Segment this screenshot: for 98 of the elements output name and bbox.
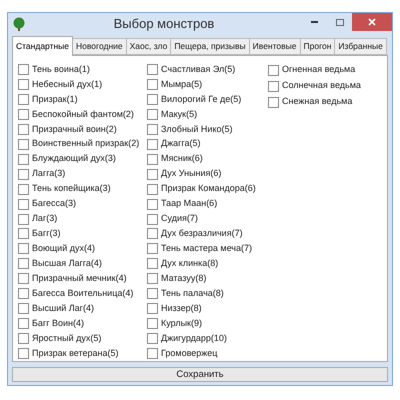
monster-checkbox[interactable]: Таар Маан(6) — [147, 196, 268, 212]
monster-checkbox[interactable]: Вилорогий Ге де(5) — [147, 92, 268, 107]
window-title: Выбор монстров — [112, 14, 216, 33]
tab[interactable]: Ивентовые — [250, 38, 300, 55]
checkbox[interactable] — [18, 184, 29, 195]
checkbox[interactable] — [147, 243, 158, 254]
monster-checkbox[interactable]: Яростный дух(5) — [18, 331, 147, 346]
monster-checkbox[interactable]: Макук(5) — [147, 106, 268, 122]
checkbox[interactable] — [18, 318, 29, 330]
monster-checkbox[interactable]: Призрачный воин(2) — [18, 122, 147, 137]
monster-checkbox[interactable]: Дух Уныния(6) — [147, 166, 268, 182]
monster-checkbox[interactable]: Багг(3) — [18, 226, 147, 242]
monster-checkbox[interactable]: Высший Лаг(4) — [18, 301, 147, 316]
tab[interactable]: Прогон — [300, 38, 336, 55]
checkbox[interactable] — [147, 303, 158, 314]
close-icon — [368, 18, 376, 26]
monster-checkbox[interactable]: Громовержец — [147, 346, 268, 362]
checkbox[interactable] — [147, 168, 158, 180]
tree-icon — [12, 16, 26, 30]
checkbox[interactable] — [147, 258, 158, 270]
checkbox[interactable] — [268, 96, 279, 108]
monster-checkbox[interactable]: Огненная ведьма — [268, 62, 378, 78]
tab[interactable]: Новогодние — [73, 38, 127, 55]
checkbox[interactable] — [18, 198, 29, 210]
checkbox[interactable] — [18, 348, 29, 360]
monster-checkbox[interactable]: Дух безразличия(7) — [147, 226, 268, 242]
monster-checkbox[interactable]: Счастливая Эл(5) — [147, 62, 268, 77]
monster-checkbox[interactable]: Мымра(5) — [147, 76, 268, 92]
checkbox[interactable] — [147, 108, 158, 120]
checkbox[interactable] — [268, 64, 279, 76]
checkbox[interactable] — [147, 228, 158, 240]
checkbox[interactable] — [18, 94, 29, 105]
monster-checkbox[interactable]: Низзер(8) — [147, 301, 268, 316]
checkbox[interactable] — [18, 288, 29, 300]
checkbox[interactable] — [18, 168, 29, 180]
checkbox[interactable] — [147, 64, 158, 75]
checkbox[interactable] — [147, 318, 158, 330]
tab[interactable]: Пещера, призывы — [171, 38, 250, 55]
checkbox[interactable] — [18, 303, 29, 314]
monster-checkbox[interactable]: Тень воина(1) — [18, 62, 147, 77]
monster-checkbox[interactable]: Небесный дух(1) — [18, 76, 147, 92]
checkbox[interactable] — [18, 64, 29, 75]
checkbox[interactable] — [147, 288, 158, 300]
monster-checkbox[interactable]: Беспокойный фантом(2) — [18, 106, 147, 122]
monster-checkbox[interactable]: Призрак(1) — [18, 92, 147, 107]
monster-checkbox[interactable]: Призрачный мечник(4) — [18, 271, 147, 286]
monster-checkbox[interactable]: Матазуу(8) — [147, 271, 268, 286]
checkbox[interactable] — [268, 80, 279, 92]
checkbox[interactable] — [18, 78, 29, 90]
checkbox[interactable] — [147, 348, 158, 360]
monster-checkbox[interactable]: Тень копейщика(3) — [18, 182, 147, 197]
tab[interactable]: Хаос, зло — [126, 38, 172, 55]
monster-checkbox[interactable]: Лаг(3) — [18, 212, 147, 226]
checkbox[interactable] — [18, 243, 29, 254]
checkbox[interactable] — [18, 214, 29, 224]
monster-checkbox[interactable]: Джигурдарр(10) — [147, 331, 268, 346]
monster-checkbox[interactable]: Курлык(9) — [147, 316, 268, 332]
monster-checkbox[interactable]: Злобный Нико(5) — [147, 122, 268, 137]
checkbox[interactable] — [147, 214, 158, 224]
monster-checkbox[interactable]: Джагга(5) — [147, 136, 268, 152]
checkbox[interactable] — [18, 258, 29, 270]
checkbox[interactable] — [147, 78, 158, 90]
monster-checkbox[interactable]: Солнечная ведьма — [268, 78, 378, 94]
monster-checkbox[interactable]: Высшая Лагга(4) — [18, 256, 147, 272]
monster-checkbox[interactable]: Багесса Воительница(4) — [18, 286, 147, 302]
checkbox[interactable] — [147, 333, 158, 344]
checkbox[interactable] — [18, 228, 29, 240]
monster-checkbox[interactable]: Снежная ведьма — [268, 94, 378, 110]
monster-checkbox[interactable]: Тень мастера меча(7) — [147, 241, 268, 256]
checkbox[interactable] — [18, 138, 29, 150]
checkbox[interactable] — [147, 94, 158, 105]
monster-checkbox[interactable]: Мясник(6) — [147, 152, 268, 167]
checkbox[interactable] — [18, 124, 29, 135]
monster-checkbox[interactable]: Призрак Командора(6) — [147, 182, 268, 197]
monster-checkbox[interactable]: Лагга(3) — [18, 166, 147, 182]
checkbox[interactable] — [147, 198, 158, 210]
monster-checkbox[interactable]: Воющий дух(4) — [18, 241, 147, 256]
monster-checkbox[interactable]: Воинственный призрак(2) — [18, 136, 147, 152]
monster-checkbox[interactable]: Багесса(3) — [18, 196, 147, 212]
checkbox[interactable] — [18, 154, 29, 165]
checkbox[interactable] — [18, 333, 29, 344]
save-button[interactable]: Сохранить — [12, 367, 388, 382]
tab[interactable]: Стандартные — [12, 36, 74, 56]
monster-checkbox[interactable]: Тень палача(8) — [147, 286, 268, 302]
close-button[interactable] — [352, 13, 392, 31]
checkbox[interactable] — [147, 184, 158, 195]
checkbox[interactable] — [18, 273, 29, 284]
checkbox[interactable] — [147, 154, 158, 165]
checkbox[interactable] — [147, 138, 158, 150]
monster-checkbox[interactable]: Судия(7) — [147, 212, 268, 226]
monster-checkbox[interactable]: Дух клинка(8) — [147, 256, 268, 272]
monster-checkbox[interactable]: Блуждающий дух(3) — [18, 152, 147, 167]
monster-checkbox[interactable]: Призрак ветерана(5) — [18, 346, 147, 362]
checkbox[interactable] — [147, 124, 158, 135]
checkbox[interactable] — [147, 273, 158, 284]
monster-checkbox[interactable]: Багг Воин(4) — [18, 316, 147, 332]
checkbox[interactable] — [18, 108, 29, 120]
tab[interactable]: Избранные — [335, 38, 387, 55]
